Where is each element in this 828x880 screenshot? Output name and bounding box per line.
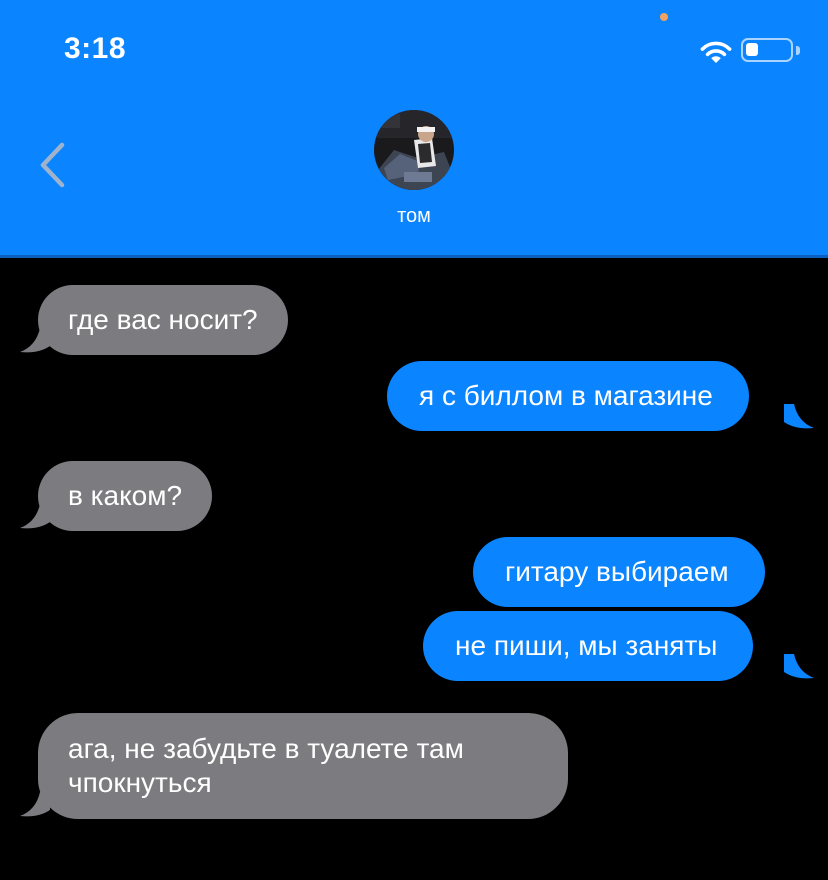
- message-bubble-outgoing[interactable]: гитару выбираем: [473, 537, 765, 607]
- message-text: ага, не забудьте в туалете там чпокнутьс…: [68, 733, 464, 798]
- status-time: 3:18: [64, 32, 127, 65]
- message-bubble-outgoing[interactable]: не пиши, мы заняты: [423, 611, 754, 681]
- message-bubble-incoming[interactable]: ага, не забудьте в туалете там чпокнутьс…: [38, 713, 568, 819]
- message-text: гитару выбираем: [505, 556, 729, 587]
- battery-level-fill: [746, 43, 758, 56]
- avatar-photo: [374, 110, 454, 190]
- wifi-icon: [700, 41, 732, 63]
- battery-icon: [741, 38, 793, 62]
- bubble-tail-incoming: [20, 792, 50, 817]
- message-text: не пиши, мы заняты: [455, 630, 718, 661]
- contact-avatar[interactable]: [374, 110, 454, 190]
- message-bubble-outgoing[interactable]: я с биллом в магазине: [387, 361, 749, 431]
- bubble-tail-incoming: [20, 504, 50, 529]
- chevron-left-icon[interactable]: [36, 140, 68, 190]
- message-bubble-incoming[interactable]: где вас носит?: [38, 285, 288, 355]
- privacy-indicator-dot: [660, 13, 668, 21]
- message-text: где вас носит?: [68, 304, 258, 335]
- message-text: я с биллом в магазине: [419, 380, 713, 411]
- bubble-tail-outgoing: [784, 404, 814, 429]
- chat-header: 3:18 том: [0, 0, 828, 258]
- message-bubble-incoming[interactable]: в каком?: [38, 461, 213, 531]
- bubble-tail-incoming: [20, 328, 50, 353]
- message-text: в каком?: [68, 480, 183, 511]
- bubble-tail-outgoing: [784, 654, 814, 679]
- contact-name[interactable]: том: [364, 205, 464, 228]
- battery-cap: [796, 46, 800, 55]
- message-thread[interactable]: где вас носит? я с биллом в магазине в к…: [0, 258, 828, 880]
